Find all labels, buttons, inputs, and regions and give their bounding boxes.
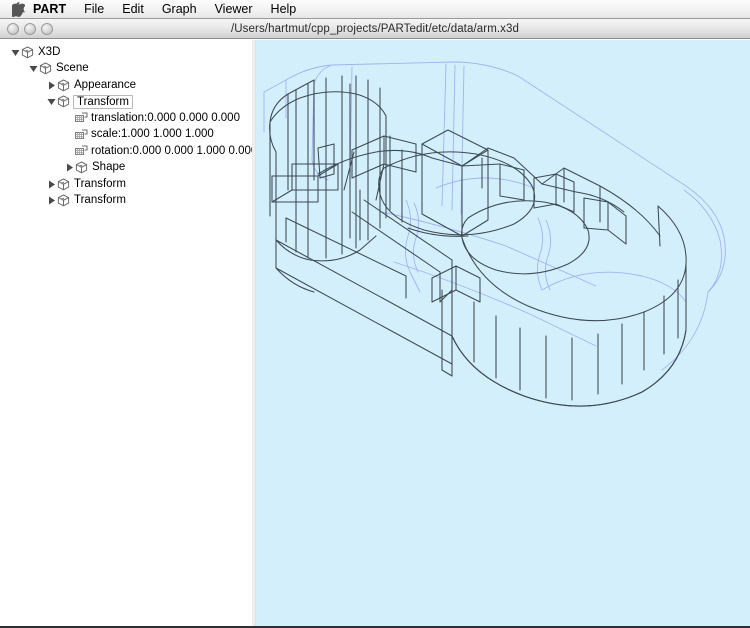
viewer-3d-viewport[interactable] (256, 40, 750, 626)
disclosure-triangle-open-icon[interactable] (46, 94, 57, 110)
tree-row[interactable]: translation:0.000 0.000 0.000 (0, 110, 252, 127)
disclosure-triangle-open-icon[interactable] (10, 44, 21, 60)
tree-row[interactable]: Transform (0, 94, 252, 111)
node-cube-icon (57, 95, 70, 108)
menu-item-edit[interactable]: Edit (113, 0, 153, 19)
disclosure-triangle-closed-icon[interactable] (46, 77, 57, 93)
node-cube-icon (21, 46, 34, 59)
wireframe-model (263, 61, 726, 407)
tree-row-label: Transform (74, 177, 126, 190)
node-cube-icon (39, 62, 52, 75)
apple-logo-icon[interactable] (11, 1, 26, 18)
tree-row-label-selected: Transform (73, 94, 133, 109)
main-content: X3D Scene Appearance Transform translation:0… (0, 40, 750, 626)
minimize-button[interactable] (24, 22, 36, 35)
node-cube-icon (57, 194, 70, 207)
node-cube-icon (57, 79, 70, 92)
application-window: PART File Edit Graph Viewer Help /Users/… (0, 0, 750, 628)
tree-row-label: scale:1.000 1.000 1.000 (91, 128, 214, 141)
disclosure-triangle-closed-icon[interactable] (46, 193, 57, 209)
close-button[interactable] (7, 22, 19, 35)
tree-row[interactable]: scale:1.000 1.000 1.000 (0, 127, 252, 144)
menu-item-viewer[interactable]: Viewer (206, 0, 262, 19)
tree-row[interactable]: rotation:0.000 0.000 1.000 0.000 (0, 143, 252, 160)
tree-row[interactable]: Shape (0, 160, 252, 177)
tree-row-label: Shape (92, 161, 126, 174)
tree-row[interactable]: Transform (0, 193, 252, 210)
window-title-bar[interactable]: /Users/hartmut/cpp_projects/PARTedit/etc… (0, 19, 750, 39)
disclosure-triangle-closed-icon[interactable] (64, 160, 75, 176)
tree-row[interactable]: Scene (0, 61, 252, 78)
window-controls (7, 22, 53, 35)
tree-row-label: translation:0.000 0.000 0.000 (91, 111, 240, 124)
scene-graph-tree[interactable]: X3D Scene Appearance Transform translation:0… (0, 40, 252, 626)
disclosure-triangle-closed-icon[interactable] (46, 176, 57, 192)
menu-bar: PART File Edit Graph Viewer Help (0, 0, 750, 19)
node-cube-icon (57, 178, 70, 191)
field-grid-icon (75, 112, 88, 124)
window-title: /Users/hartmut/cpp_projects/PARTedit/etc… (230, 22, 520, 35)
disclosure-triangle-open-icon[interactable] (28, 61, 39, 77)
node-cube-icon (75, 161, 88, 174)
menu-item-help[interactable]: Help (262, 0, 306, 19)
field-grid-icon (75, 129, 88, 141)
tree-row-label: Appearance (74, 78, 137, 91)
field-grid-icon (75, 145, 88, 157)
menu-item-file[interactable]: File (75, 0, 113, 19)
tree-row-label: X3D (38, 45, 61, 58)
zoom-button[interactable] (41, 22, 53, 35)
tree-row-label: Scene (56, 62, 89, 75)
tree-row-label: rotation:0.000 0.000 1.000 0.000 (91, 144, 252, 157)
tree-row[interactable]: Appearance (0, 77, 252, 94)
tree-row[interactable]: Transform (0, 176, 252, 193)
menu-item-graph[interactable]: Graph (153, 0, 206, 19)
tree-row-label: Transform (74, 194, 126, 207)
tree-row[interactable]: X3D (0, 44, 252, 61)
menu-item-part[interactable]: PART (26, 0, 75, 19)
